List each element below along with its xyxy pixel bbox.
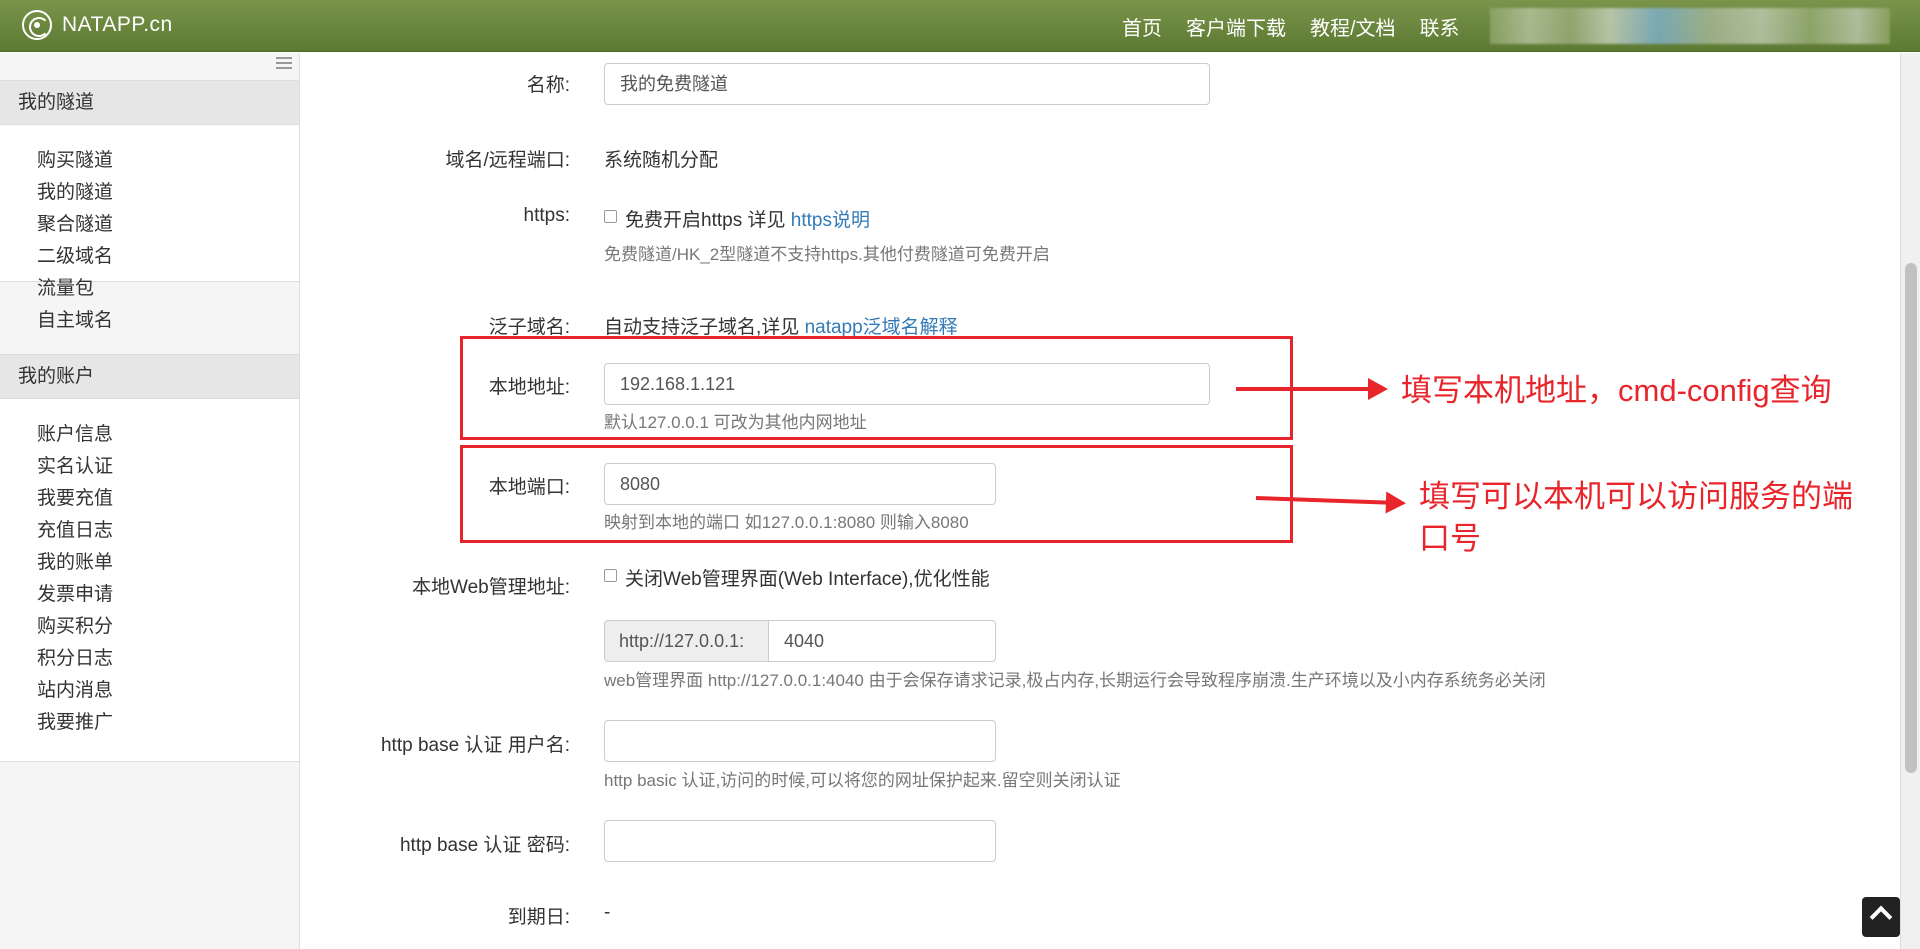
sidebar-item-bills[interactable]: 我的账单 bbox=[0, 547, 299, 579]
web-admin-prefix: http://127.0.0.1: bbox=[604, 620, 769, 662]
web-admin-checkbox-text: 关闭Web管理界面(Web Interface),优化性能 bbox=[625, 569, 990, 590]
nav-links: 首页 客户端下载 教程/文档 联系 bbox=[1122, 0, 1484, 52]
wildcard-docs-link[interactable]: natapp泛域名解释 bbox=[805, 317, 958, 338]
expire-value: - bbox=[604, 902, 611, 923]
annotation-note-local-port-line2: 口号 bbox=[1419, 521, 1481, 556]
auth-username-help: http basic 认证,访问的时候,可以将您的网址保护起来.留空则关闭认证 bbox=[604, 771, 1121, 790]
name-input[interactable]: 我的免费隧道 bbox=[604, 63, 1210, 105]
web-admin-checkbox[interactable] bbox=[604, 569, 617, 583]
nav-link-contact[interactable]: 联系 bbox=[1420, 12, 1460, 41]
auth-username-input[interactable] bbox=[604, 720, 996, 762]
brand-name: NATAPP.cn bbox=[62, 13, 173, 36]
annotation-note-local-port-line1: 填写可以本机可以访问服务的端 bbox=[1419, 479, 1853, 514]
sidebar-item-buy-tunnel[interactable]: 购买隧道 bbox=[0, 145, 299, 177]
web-admin-option: 关闭Web管理界面(Web Interface),优化性能 bbox=[604, 564, 990, 591]
sidebar-item-custom-domain[interactable]: 自主域名 bbox=[0, 305, 299, 337]
wildcard-value: 自动支持泛子域名,详见 natapp泛域名解释 bbox=[604, 312, 958, 339]
back-to-top-icon[interactable] bbox=[1862, 897, 1900, 937]
sidebar-item-account-info[interactable]: 账户信息 bbox=[0, 419, 299, 451]
sidebar-item-buy-points[interactable]: 购买积分 bbox=[0, 611, 299, 643]
https-option: 免费开启https 详见 https说明 bbox=[604, 205, 870, 232]
nav-link-docs[interactable]: 教程/文档 bbox=[1310, 12, 1396, 41]
natapp-logo-icon bbox=[22, 10, 52, 40]
sidebar-item-recharge-log[interactable]: 充值日志 bbox=[0, 515, 299, 547]
blurred-user-menu[interactable] bbox=[1490, 8, 1890, 44]
sidebar-heading-tunnels[interactable]: 我的隧道 bbox=[0, 81, 299, 125]
sidebar-item-points-log[interactable]: 积分日志 bbox=[0, 643, 299, 675]
nav-link-home[interactable]: 首页 bbox=[1122, 12, 1162, 41]
annotation-note-local-address: 填写本机地址，cmd-config查询 bbox=[1401, 373, 1832, 408]
sidebar-section-tunnels: 我的隧道 购买隧道 我的隧道 聚合隧道 二级域名 流量包 自主域名 bbox=[0, 80, 299, 331]
https-help: 免费隧道/HK_2型隧道不支持https.其他付费隧道可免费开启 bbox=[604, 245, 1050, 264]
wildcard-label: 泛子域名: bbox=[488, 317, 570, 338]
wildcard-text: 自动支持泛子域名,详见 bbox=[604, 317, 805, 338]
annotation-box-local-port bbox=[460, 445, 1293, 543]
sidebar-item-my-tunnels[interactable]: 我的隧道 bbox=[0, 177, 299, 209]
https-checkbox[interactable] bbox=[604, 210, 617, 224]
auth-password-input[interactable] bbox=[604, 820, 996, 862]
web-admin-label: 本地Web管理地址: bbox=[411, 577, 570, 598]
web-admin-help: web管理界面 http://127.0.0.1:4040 由于会保存请求记录,… bbox=[604, 671, 1546, 690]
sidebar-item-recharge[interactable]: 我要充值 bbox=[0, 483, 299, 515]
sidebar-item-referral[interactable]: 我要推广 bbox=[0, 707, 299, 739]
sidebar-item-messages[interactable]: 站内消息 bbox=[0, 675, 299, 707]
sidebar-section-account: 我的账户 账户信息 实名认证 我要充值 充值日志 我的账单 发票申请 购买积分 … bbox=[0, 354, 299, 762]
auth-username-label: http base 认证 用户名: bbox=[380, 735, 570, 756]
sidebar-item-invoice[interactable]: 发票申请 bbox=[0, 579, 299, 611]
https-label: https: bbox=[523, 205, 570, 226]
page-scrollbar[interactable] bbox=[1900, 53, 1920, 949]
expire-label: 到期日: bbox=[507, 907, 570, 928]
sidebar-heading-account[interactable]: 我的账户 bbox=[0, 355, 299, 399]
sidebar: 我的隧道 购买隧道 我的隧道 聚合隧道 二级域名 流量包 自主域名 我的账户 账… bbox=[0, 53, 300, 949]
auth-password-label: http base 认证 密码: bbox=[399, 835, 570, 856]
annotation-box-local-address bbox=[460, 336, 1293, 440]
sidebar-item-verification[interactable]: 实名认证 bbox=[0, 451, 299, 483]
name-label: 名称: bbox=[526, 75, 570, 96]
domain-label: 域名/远程端口: bbox=[445, 150, 570, 171]
scrollbar-thumb[interactable] bbox=[1905, 263, 1917, 773]
sidebar-item-traffic[interactable]: 流量包 bbox=[0, 273, 299, 305]
https-docs-link[interactable]: https说明 bbox=[791, 210, 870, 231]
brand[interactable]: NATAPP.cn bbox=[22, 10, 173, 40]
annotation-arrow-1 bbox=[1236, 378, 1388, 400]
top-navbar: NATAPP.cn 首页 客户端下载 教程/文档 联系 bbox=[0, 0, 1920, 52]
nav-link-download[interactable]: 客户端下载 bbox=[1186, 12, 1286, 41]
sidebar-toggle-icon[interactable] bbox=[276, 57, 292, 69]
web-admin-port-input[interactable]: 4040 bbox=[768, 620, 996, 662]
sidebar-item-aggregate-tunnels[interactable]: 聚合隧道 bbox=[0, 209, 299, 241]
domain-value: 系统随机分配 bbox=[604, 150, 719, 171]
sidebar-item-subdomain[interactable]: 二级域名 bbox=[0, 241, 299, 273]
https-checkbox-text: 免费开启https 详见 bbox=[625, 210, 791, 231]
